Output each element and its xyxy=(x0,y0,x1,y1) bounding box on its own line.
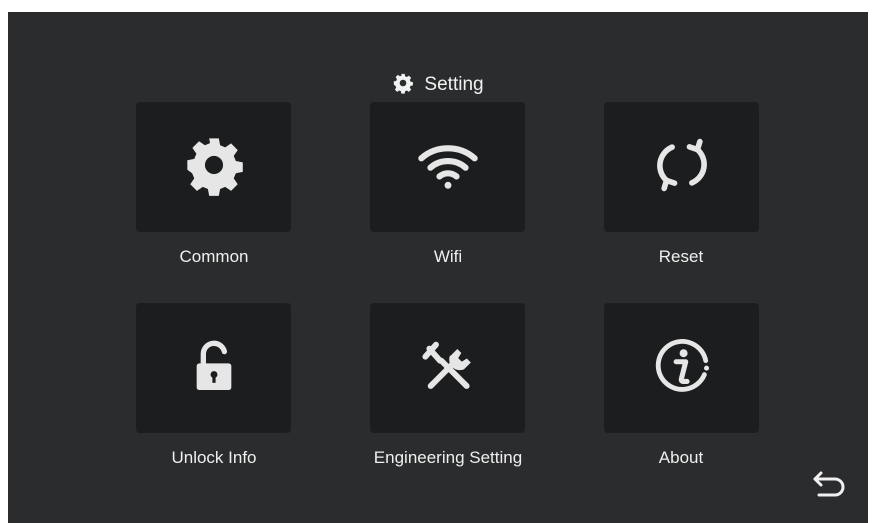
settings-screen: Setting Common Wifi Reset Unlock Info En… xyxy=(8,12,868,523)
tile-common[interactable] xyxy=(136,102,291,232)
page-header: Setting xyxy=(8,70,868,100)
info-icon xyxy=(650,334,714,403)
tile-reset[interactable] xyxy=(604,102,759,232)
tile-about-label: About xyxy=(658,448,704,467)
tile-engineering-setting-label: Engineering Setting xyxy=(373,448,523,467)
unlock-icon xyxy=(182,334,246,403)
tile-wifi[interactable] xyxy=(370,102,525,232)
tools-icon xyxy=(416,334,480,403)
gear-icon xyxy=(392,72,414,99)
tile-about[interactable] xyxy=(604,303,759,433)
back-arrow-icon xyxy=(810,467,850,508)
page-title: Setting xyxy=(424,74,484,95)
tile-unlock-info[interactable] xyxy=(136,303,291,433)
gear-icon xyxy=(182,133,246,202)
tile-reset-label: Reset xyxy=(658,247,704,266)
wifi-icon xyxy=(416,133,480,202)
back-button[interactable] xyxy=(808,467,852,507)
tile-engineering-setting[interactable] xyxy=(370,303,525,433)
refresh-icon xyxy=(650,133,714,202)
tile-wifi-label: Wifi xyxy=(433,247,463,266)
tile-common-label: Common xyxy=(179,247,249,266)
tile-unlock-info-label: Unlock Info xyxy=(171,448,257,467)
